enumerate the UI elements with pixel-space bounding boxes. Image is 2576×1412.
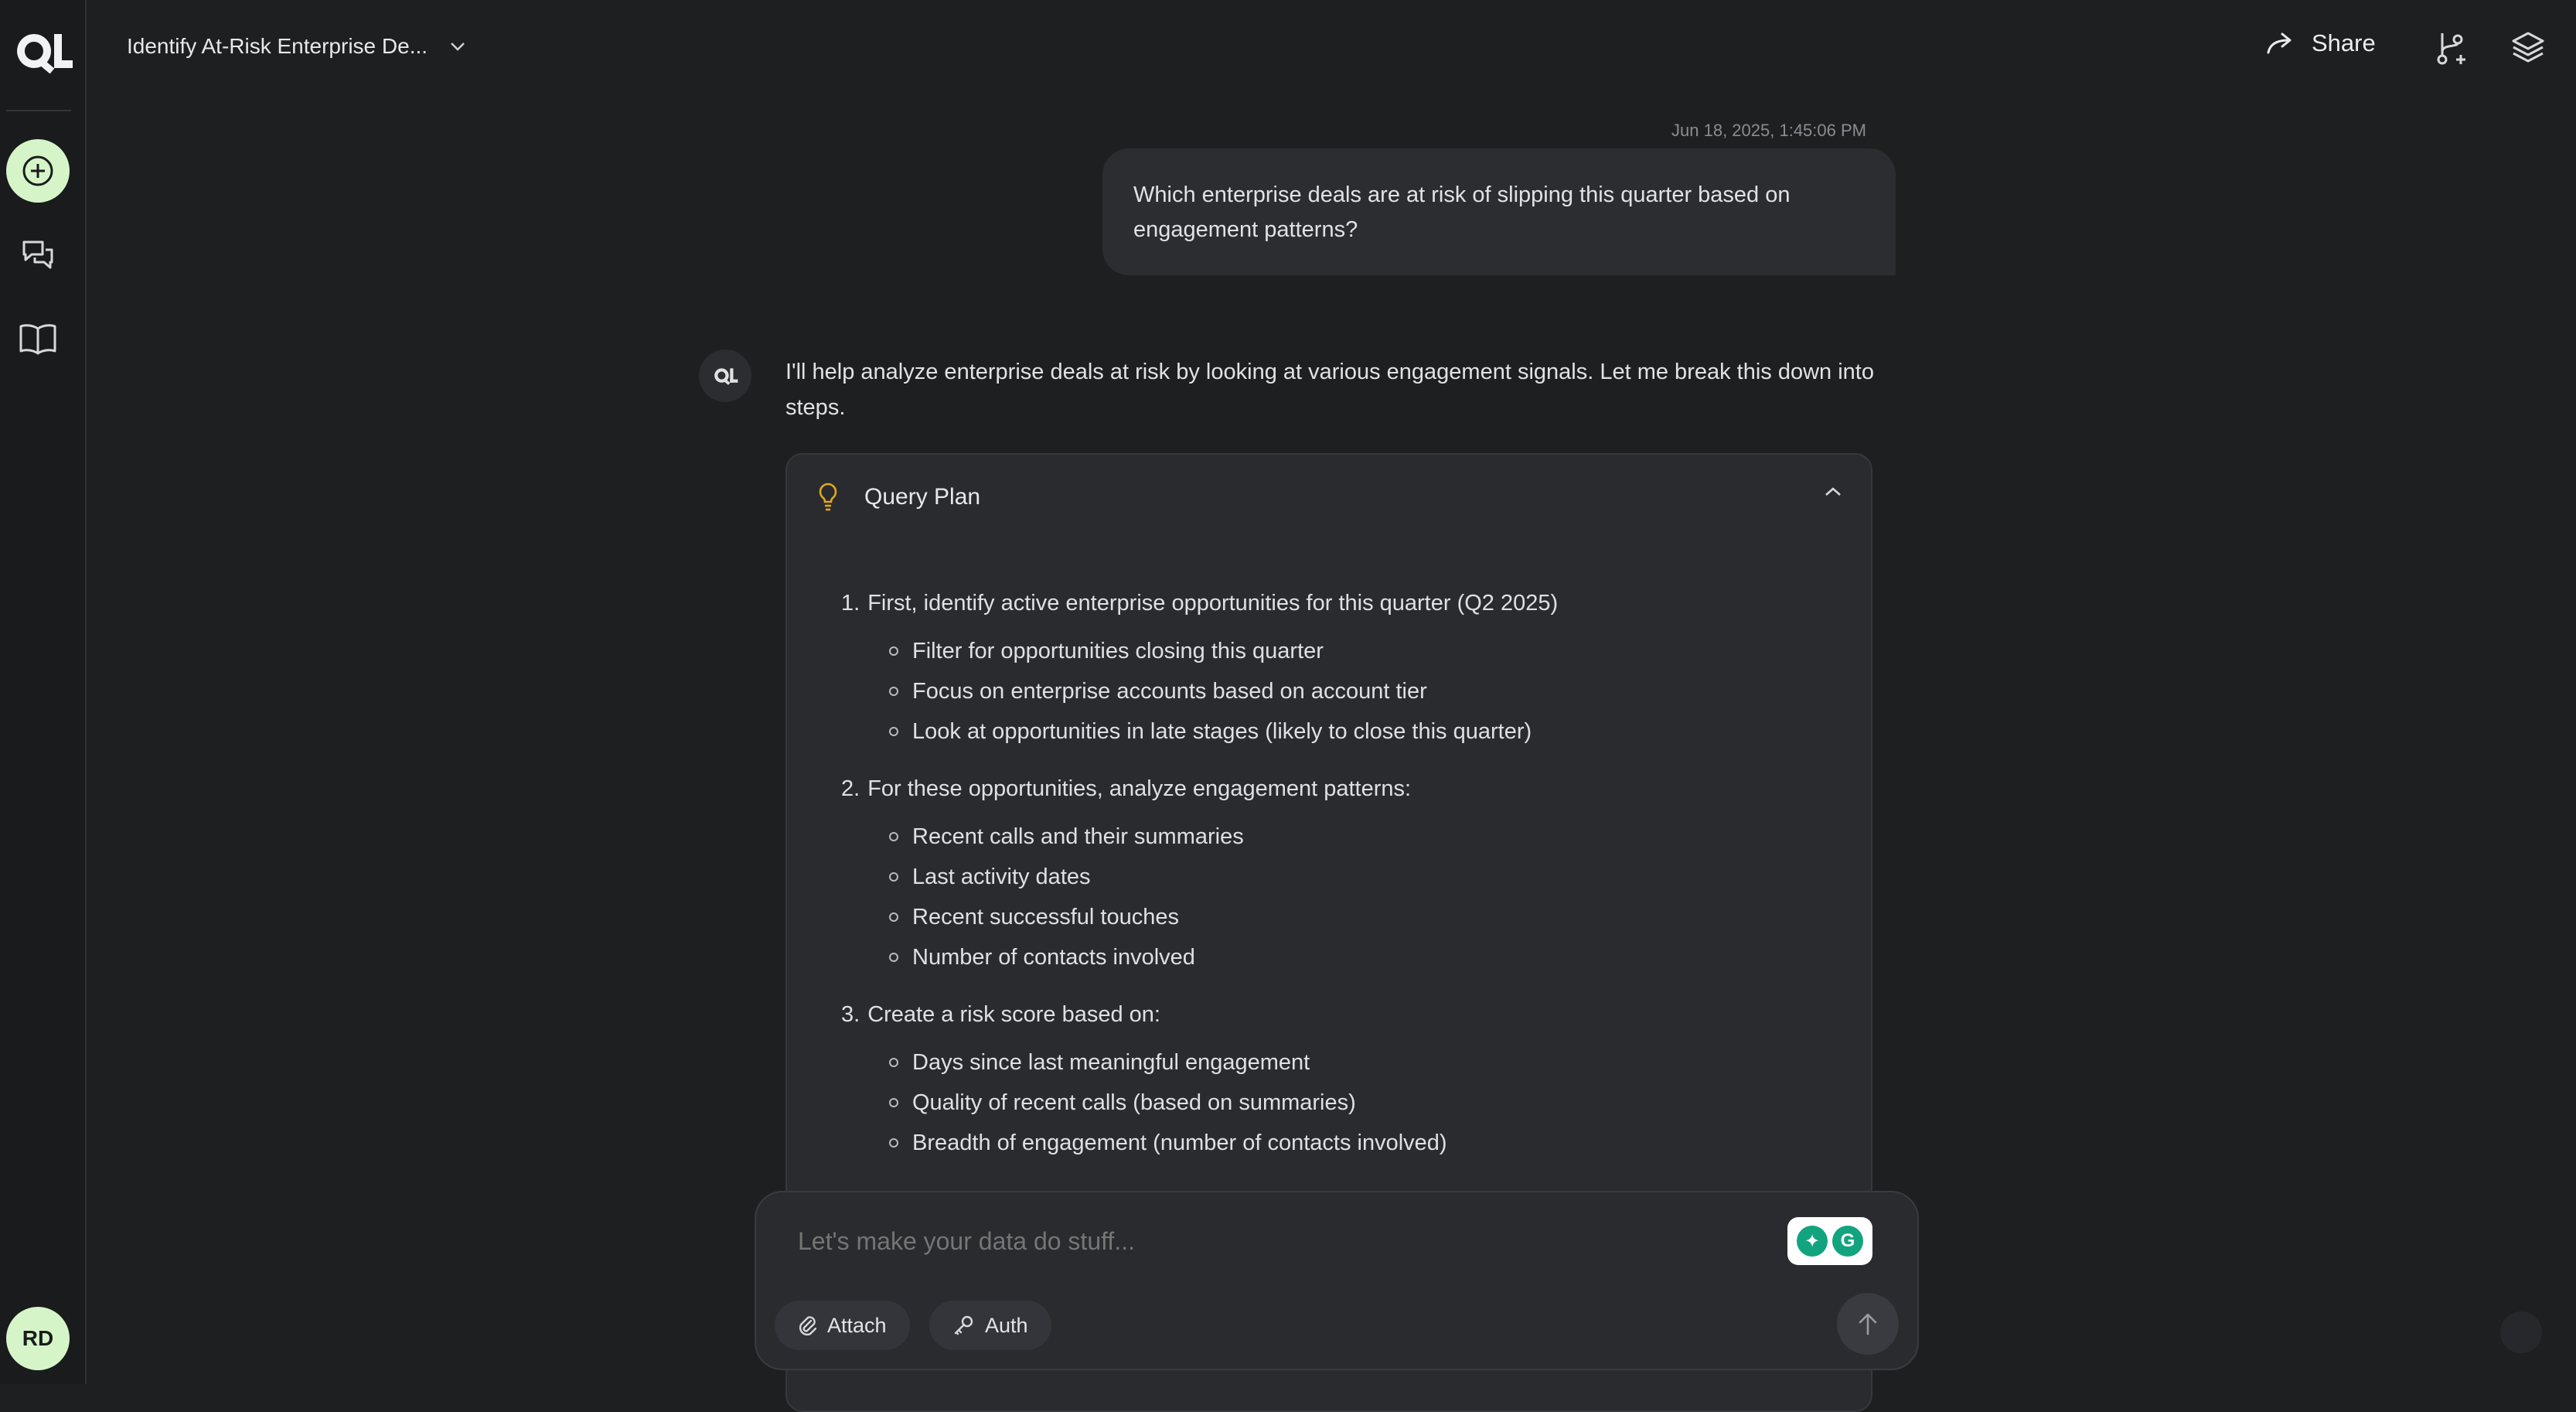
share-button[interactable]: Share [2265, 29, 2376, 57]
auth-button[interactable]: Auth [929, 1301, 1051, 1350]
chevron-down-icon [451, 43, 465, 51]
bullet-circle-icon [889, 832, 898, 841]
app-logo[interactable] [11, 28, 74, 76]
paperclip-icon [799, 1316, 816, 1336]
auth-label: Auth [985, 1313, 1028, 1337]
plan-subitem: Recent successful touches [889, 897, 1846, 937]
conversation-title: Identify At-Risk Enterprise De... [127, 34, 428, 58]
plan-subitem: Quality of recent calls (based on summar… [889, 1083, 1846, 1123]
layers-icon [2512, 32, 2544, 63]
sidebar: RD [0, 0, 87, 1384]
sidebar-divider [6, 110, 71, 111]
step-number: 1. [841, 591, 860, 616]
arrow-up-icon [1859, 1313, 1877, 1335]
plan-subitem: Focus on enterprise accounts based on ac… [889, 671, 1846, 711]
grammarly-widget[interactable]: ✦ G [1787, 1217, 1872, 1265]
query-plan-header[interactable]: Query Plan [787, 455, 1871, 541]
app-logo-icon [714, 368, 738, 385]
book-open-icon [19, 324, 56, 355]
plan-subitem: Breadth of engagement (number of contact… [889, 1123, 1846, 1163]
bullet-circle-icon [889, 872, 898, 882]
query-plan-steps: 1. First, identify active enterprise oppo… [841, 586, 1846, 1183]
message-input[interactable] [796, 1226, 1724, 1257]
chats-button[interactable] [6, 224, 70, 288]
send-button[interactable] [1837, 1293, 1899, 1355]
message-composer: ✦ G Attach Auth [755, 1191, 1919, 1370]
grammarly-assist-icon: ✦ [1797, 1226, 1828, 1257]
git-branch-plus-icon [2437, 33, 2465, 65]
step-text: For these opportunities, analyze engagem… [867, 776, 1412, 801]
step-text: Create a risk score based on: [867, 1002, 1160, 1027]
key-icon [954, 1315, 973, 1335]
library-button[interactable] [6, 308, 70, 371]
query-plan-title: Query Plan [864, 484, 981, 510]
share-label: Share [2312, 29, 2376, 56]
new-chat-button[interactable] [6, 139, 70, 203]
plan-step: 2. For these opportunities, analyze engag… [841, 772, 1846, 977]
bullet-circle-icon [889, 727, 898, 736]
help-button[interactable] [2500, 1311, 2542, 1353]
layers-button[interactable] [2508, 28, 2548, 68]
step-number: 2. [841, 776, 860, 801]
attach-button[interactable]: Attach [775, 1301, 910, 1350]
step-number: 3. [841, 1002, 860, 1027]
plan-subitem: Recent calls and their summaries [889, 817, 1846, 857]
plus-circle-icon [22, 155, 53, 186]
plan-subitem: Number of contacts involved [889, 937, 1846, 977]
bullet-circle-icon [889, 1058, 898, 1067]
lightbulb-icon [819, 483, 837, 511]
bullet-circle-icon [889, 646, 898, 656]
message-timestamp: Jun 18, 2025, 1:45:06 PM [1671, 121, 1866, 140]
plan-subitem: Days since last meaningful engagement [889, 1042, 1846, 1083]
plan-step: 3. Create a risk score based on: Days sin… [841, 998, 1846, 1163]
plan-step: 1. First, identify active enterprise oppo… [841, 586, 1846, 752]
grammarly-g-icon: G [1832, 1226, 1863, 1257]
bullet-circle-icon [889, 912, 898, 922]
user-avatar[interactable]: RD [6, 1307, 70, 1370]
plan-subitem: Filter for opportunities closing this qu… [889, 631, 1846, 671]
branch-button[interactable] [2432, 28, 2472, 68]
step-text: First, identify active enterprise opport… [867, 591, 1559, 616]
user-message-bubble: Which enterprise deals are at risk of sl… [1102, 148, 1896, 275]
plan-subitem: Last activity dates [889, 857, 1846, 897]
plan-subitem: Look at opportunities in late stages (li… [889, 711, 1846, 752]
bullet-circle-icon [889, 1138, 898, 1148]
assistant-message-text: I'll help analyze enterprise deals at ri… [785, 360, 1874, 420]
bullet-circle-icon [889, 1098, 898, 1107]
chevron-up-icon[interactable] [1823, 486, 1843, 498]
bullet-circle-icon [889, 953, 898, 962]
assistant-avatar [699, 350, 751, 402]
bullet-circle-icon [889, 687, 898, 696]
attach-label: Attach [827, 1313, 887, 1337]
chat-bubbles-icon [22, 240, 53, 269]
share-arrow-icon [2267, 32, 2291, 54]
conversation-title-dropdown[interactable]: Identify At-Risk Enterprise De... [127, 34, 466, 59]
